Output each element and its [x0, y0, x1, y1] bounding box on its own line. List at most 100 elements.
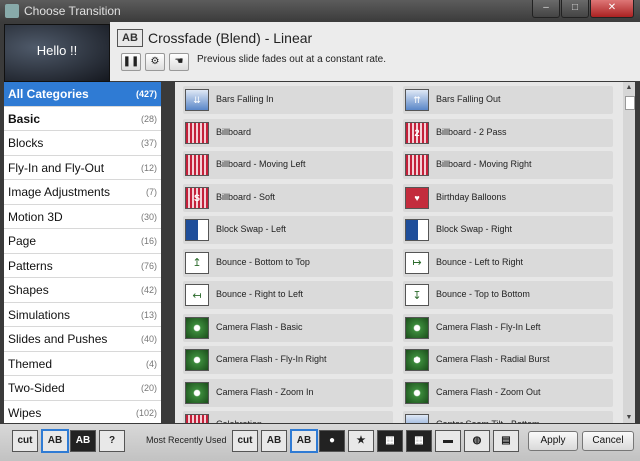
transition-tile[interactable]: + Camera Flash - Zoom In	[183, 378, 393, 407]
transition-tile[interactable]: ↤ Bounce - Right to Left	[183, 281, 393, 309]
category-item[interactable]: All Categories (427)	[4, 82, 161, 107]
transition-label: Celebration	[216, 419, 262, 423]
transition-tile[interactable]: Celebration	[183, 411, 393, 423]
title-bar: Choose Transition – □ ✕	[0, 0, 640, 22]
transition-tile[interactable]: ♥ Birthday Balloons	[403, 183, 613, 212]
transition-title: Crossfade (Blend) - Linear	[148, 30, 313, 46]
transition-tile[interactable]: ↥ Bounce - Bottom to Top	[183, 248, 393, 277]
transition-label: Bounce - Bottom to Top	[216, 256, 310, 267]
bars-falling-icon: ⇈	[405, 89, 429, 111]
category-item[interactable]: Patterns (76)	[4, 254, 161, 278]
scroll-thumb[interactable]	[625, 96, 635, 110]
checker-icon[interactable]: ▦	[377, 430, 403, 452]
transition-tile[interactable]: Block Swap - Left	[183, 216, 393, 244]
category-item[interactable]: Blocks (37)	[4, 131, 161, 156]
pause-button[interactable]: ❚❚	[121, 53, 141, 71]
crossfade-icon[interactable]: AB	[290, 429, 318, 453]
wipe-icon[interactable]: ▬	[435, 430, 461, 452]
star-icon[interactable]: ★	[348, 430, 374, 452]
transition-tile[interactable]: ↦ Bounce - Left to Right	[403, 248, 613, 277]
transition-tile[interactable]: ← Camera Flash - Fly-In Right	[183, 346, 393, 374]
bounce-icon: ↥	[185, 251, 209, 274]
category-item[interactable]: Themed (4)	[4, 352, 161, 376]
category-label: Slides and Pushes	[8, 332, 108, 346]
category-count: (12)	[140, 162, 157, 173]
category-item[interactable]: Wipes (102)	[4, 401, 161, 424]
category-item[interactable]: Motion 3D (30)	[4, 205, 161, 229]
transition-label: Block Swap - Left	[216, 224, 287, 234]
circle-icon[interactable]: ●	[319, 430, 345, 452]
close-button[interactable]: ✕	[590, 0, 634, 18]
scroll-up-icon[interactable]: ▲	[623, 84, 635, 91]
transition-tile[interactable]: ↧ Bounce - Top to Bottom	[403, 281, 613, 309]
bars-falling-icon: ⇊	[185, 89, 209, 111]
transition-tile[interactable]: – Camera Flash - Zoom Out	[403, 378, 613, 407]
category-item[interactable]: Fly-In and Fly-Out (12)	[4, 156, 161, 180]
transition-tile[interactable]: Camera Flash - Basic	[183, 313, 393, 342]
transition-label: Camera Flash - Fly-In Left	[436, 321, 541, 332]
transition-tile[interactable]: Billboard	[183, 118, 393, 147]
transition-label: Birthday Balloons	[436, 191, 507, 202]
billboard-icon: 2	[405, 121, 429, 144]
category-item[interactable]: Image Adjustments (7)	[4, 180, 161, 205]
transition-tile[interactable]: S Billboard - Soft	[183, 183, 393, 212]
settings-button[interactable]: ⚙	[145, 53, 165, 71]
transition-tile[interactable]: ✱ Camera Flash - Radial Burst	[403, 346, 613, 374]
transition-tile[interactable]: ⇊ Bars Falling In	[183, 86, 393, 114]
category-label: Simulations	[8, 307, 71, 322]
category-label: Basic	[8, 111, 41, 126]
transition-tile[interactable]: Block Swap - Right	[403, 216, 613, 244]
minimize-button[interactable]: –	[532, 0, 560, 18]
transition-tile[interactable]: 2 Billboard - 2 Pass	[403, 118, 613, 147]
transition-tile[interactable]: Billboard - Moving Right	[403, 151, 613, 179]
crossfade-dim-icon[interactable]: AB	[70, 430, 96, 452]
hand-button[interactable]: ☚	[169, 53, 189, 71]
category-label: Wipes	[8, 405, 42, 420]
category-item[interactable]: Slides and Pushes (40)	[4, 327, 161, 352]
category-item[interactable]: Page (16)	[4, 229, 161, 254]
category-label: Page	[8, 234, 37, 248]
category-item[interactable]: Basic (28)	[4, 107, 161, 131]
scrollbar[interactable]: ▲ ▼	[623, 82, 635, 423]
transition-label: Billboard - Moving Left	[216, 159, 306, 169]
scroll-down-icon[interactable]: ▼	[623, 414, 635, 421]
preview-text: Hello !!	[36, 43, 78, 58]
transition-tile[interactable]: Center Seam Tilt - Bottom	[403, 411, 613, 423]
transition-preview: Hello !!	[4, 24, 110, 82]
category-label: Themed	[8, 356, 53, 371]
bottom-toolbar: cut AB AB? Most Recently Used cut AB AB ● ★ ▦ ▦ ▬…	[0, 424, 640, 461]
category-item[interactable]: Two-Sided (20)	[4, 376, 161, 401]
maximize-button[interactable]: □	[561, 0, 589, 18]
category-count: (76)	[140, 260, 157, 271]
transition-label: Block Swap - Right	[436, 224, 513, 234]
seam-tilt-icon	[405, 414, 429, 423]
header-panel: Hello !! AB Crossfade (Blend) - Linear ❚…	[0, 22, 640, 82]
category-item[interactable]: Shapes (42)	[4, 278, 161, 303]
transition-label: Billboard - 2 Pass	[436, 126, 507, 137]
random-icon[interactable]: ?	[99, 430, 125, 452]
transition-label: Bounce - Top to Bottom	[436, 289, 530, 299]
category-label: All Categories	[8, 87, 89, 101]
crossfade-icon[interactable]: AB	[261, 430, 287, 452]
transition-tile[interactable]: Billboard - Moving Left	[183, 151, 393, 179]
cancel-button[interactable]: Cancel	[582, 431, 634, 451]
transition-label: Camera Flash - Radial Burst	[436, 354, 550, 364]
cut-icon[interactable]: cut	[12, 430, 38, 452]
transition-description: Previous slide fades out at a constant r…	[197, 54, 386, 65]
category-count: (427)	[135, 89, 157, 99]
blinds-icon[interactable]: ▤	[493, 430, 519, 452]
category-count: (102)	[135, 407, 157, 418]
crossfade-icon[interactable]: AB	[41, 429, 69, 453]
iris-icon[interactable]: ◍	[464, 430, 490, 452]
app-icon	[5, 4, 19, 18]
category-label: Two-Sided	[8, 381, 65, 395]
transition-tile[interactable]: ⇈ Bars Falling Out	[403, 86, 613, 114]
checker-icon[interactable]: ▦	[406, 430, 432, 452]
apply-button[interactable]: Apply	[528, 431, 578, 451]
celebration-icon	[185, 414, 209, 423]
category-item[interactable]: Simulations (13)	[4, 303, 161, 327]
camera-flash-icon	[185, 316, 209, 339]
cut-icon[interactable]: cut	[232, 430, 258, 452]
transition-tile[interactable]: → Camera Flash - Fly-In Left	[403, 313, 613, 342]
category-count: (16)	[140, 236, 157, 246]
